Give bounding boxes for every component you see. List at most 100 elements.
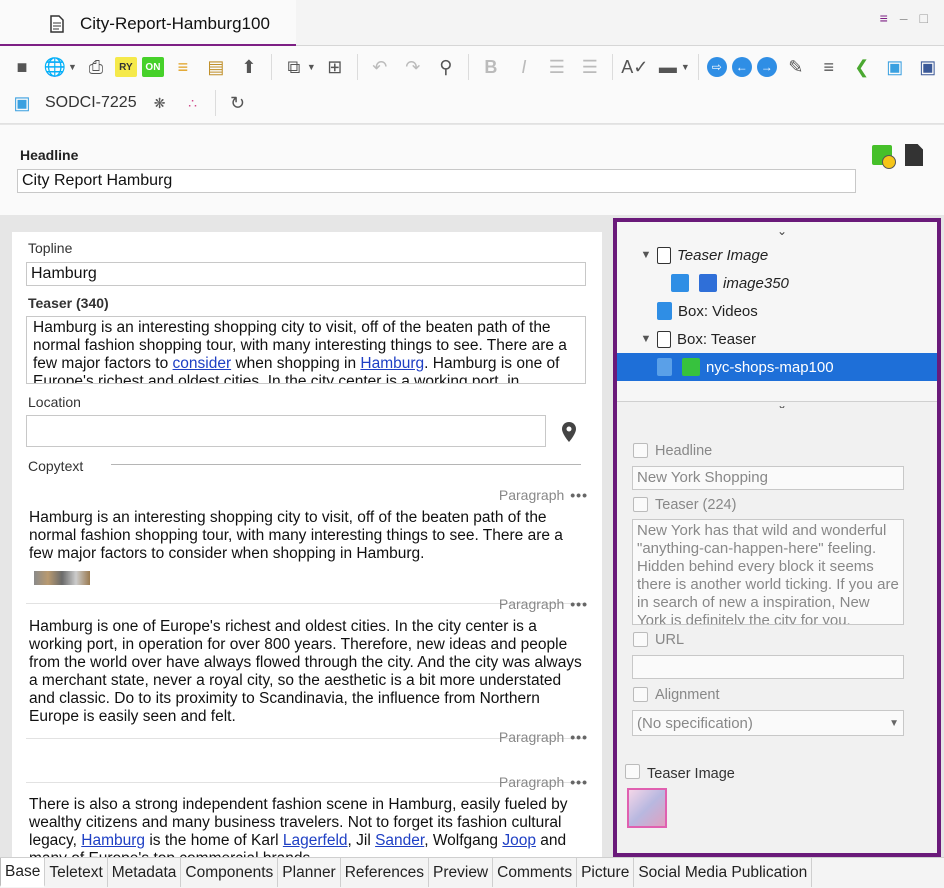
expand-triangle-icon[interactable]: ▼ bbox=[639, 333, 653, 345]
bug-icon[interactable]: ❋ bbox=[146, 89, 174, 117]
save-icon[interactable]: ■ bbox=[8, 53, 36, 81]
more-icon[interactable]: ••• bbox=[570, 729, 588, 745]
paragraph-4[interactable]: There is also a strong independent fashi… bbox=[29, 796, 589, 858]
tab-preview[interactable]: Preview bbox=[429, 858, 494, 887]
tree-item-nyc-shops-map100[interactable]: nyc-shops-map100 bbox=[617, 353, 937, 381]
headline-input[interactable]: New York Shopping bbox=[632, 466, 904, 490]
document-tab[interactable]: City-Report-Hamburg100 bbox=[0, 0, 296, 46]
align-left-icon[interactable]: ≡ bbox=[815, 53, 843, 81]
forward-icon[interactable]: ⇨ bbox=[706, 57, 727, 77]
notes-icon[interactable]: ▤ bbox=[202, 53, 230, 81]
chevron-down-icon[interactable]: ▼ bbox=[681, 62, 690, 72]
edit-icon[interactable]: ✎ bbox=[782, 53, 810, 81]
expand-triangle-icon[interactable]: ▼ bbox=[639, 249, 653, 261]
ry-button[interactable]: RY bbox=[114, 57, 137, 77]
bullet-list-icon[interactable]: ☰ bbox=[543, 53, 571, 81]
arrow-right-icon[interactable]: → bbox=[756, 57, 777, 77]
align-block-icon[interactable]: ▬ bbox=[654, 53, 682, 81]
document-title: City-Report-Hamburg100 bbox=[80, 14, 270, 33]
link-hamburg[interactable]: Hamburg bbox=[360, 355, 424, 372]
toolbar-row-1: ■ 🌐 ▼ ⎙ RY ON ≡ ▤ ⬆ ⧉ ▼ ⊞ ↶ ↷ ⚲ B I ☰ ☰ A✓… bbox=[8, 50, 944, 84]
more-icon[interactable]: ••• bbox=[570, 774, 588, 790]
on-button[interactable]: ON bbox=[141, 57, 164, 77]
url-checkbox[interactable] bbox=[633, 632, 648, 647]
menu-icon[interactable]: ≡ bbox=[880, 10, 888, 26]
url-input[interactable] bbox=[632, 655, 904, 679]
search-document-icon[interactable]: ⚲ bbox=[432, 53, 460, 81]
maximize-icon[interactable]: □ bbox=[920, 10, 928, 26]
redo-icon[interactable]: ↷ bbox=[399, 53, 427, 81]
tab-planner[interactable]: Planner bbox=[278, 858, 341, 887]
twitter-icon[interactable]: ▣ bbox=[8, 89, 36, 117]
tab-comments[interactable]: Comments bbox=[493, 858, 578, 887]
add-document-icon[interactable]: ⊞ bbox=[321, 53, 349, 81]
location-input[interactable] bbox=[26, 415, 546, 447]
globe-icon[interactable]: 🌐 bbox=[41, 53, 69, 81]
upload-icon[interactable]: ⬆ bbox=[235, 53, 263, 81]
paragraph-2[interactable]: Hamburg is one of Europe's richest and o… bbox=[29, 618, 589, 726]
paragraph-tag[interactable]: Paragraph ••• bbox=[499, 729, 588, 745]
chevron-down-icon[interactable]: ▼ bbox=[307, 62, 316, 72]
teaser-image-thumbnail[interactable] bbox=[627, 788, 667, 828]
teaser-textarea[interactable]: New York has that wild and wonderful "an… bbox=[632, 519, 904, 625]
topline-label: Topline bbox=[28, 240, 73, 256]
teaser-image-checkbox[interactable] bbox=[625, 764, 640, 779]
facebook-icon[interactable]: ▣ bbox=[914, 53, 942, 81]
list-colors-icon[interactable]: ≡ bbox=[169, 53, 197, 81]
chevron-down-icon[interactable]: ▼ bbox=[68, 62, 77, 72]
color-dots-icon[interactable]: ∴ bbox=[179, 89, 207, 117]
refresh-icon[interactable]: ↻ bbox=[224, 89, 252, 117]
headline-checkbox[interactable] bbox=[633, 443, 648, 458]
tree-item-image350[interactable]: image350 bbox=[617, 269, 937, 297]
tab-components[interactable]: Components bbox=[181, 858, 279, 887]
twitter-icon[interactable]: ▣ bbox=[881, 53, 909, 81]
italic-icon[interactable]: I bbox=[510, 53, 538, 81]
tab-teletext[interactable]: Teletext bbox=[45, 858, 108, 887]
inline-image-thumbnail[interactable] bbox=[34, 571, 90, 585]
title-bar: City-Report-Hamburg100 ≡ – □ bbox=[0, 0, 944, 46]
spellcheck-icon[interactable]: A✓ bbox=[621, 53, 649, 81]
tab-references[interactable]: References bbox=[340, 858, 429, 887]
numbered-list-icon[interactable]: ☰ bbox=[576, 53, 604, 81]
document-structure-icon[interactable] bbox=[905, 144, 923, 166]
teaser-image-label: Teaser Image bbox=[647, 766, 735, 782]
paragraph-tag[interactable]: Paragraph ••• bbox=[499, 596, 588, 612]
alignment-label: Alignment bbox=[655, 687, 720, 703]
window-controls: ≡ – □ bbox=[880, 10, 928, 26]
teaser-checkbox[interactable] bbox=[633, 497, 648, 512]
topline-input[interactable] bbox=[26, 262, 586, 286]
tree-item-teaser-image[interactable]: ▼ Teaser Image bbox=[617, 241, 937, 269]
copy-icon[interactable]: ⧉ bbox=[280, 53, 308, 81]
bold-icon[interactable]: B bbox=[477, 53, 505, 81]
tree-item-box-teaser[interactable]: ▼ Box: Teaser bbox=[617, 325, 937, 353]
undo-icon[interactable]: ↶ bbox=[366, 53, 394, 81]
link-hamburg[interactable]: Hamburg bbox=[81, 832, 145, 849]
tree-item-box-videos[interactable]: Box: Videos bbox=[617, 297, 937, 325]
more-icon[interactable]: ••• bbox=[570, 596, 588, 612]
approved-status-icon[interactable] bbox=[872, 145, 896, 169]
component-tree: ⌄ ▼ Teaser Image image350 Box: Videos ▼ … bbox=[617, 222, 937, 412]
minimize-icon[interactable]: – bbox=[900, 10, 908, 26]
tab-base[interactable]: Base bbox=[0, 858, 46, 887]
paragraph-tag[interactable]: Paragraph ••• bbox=[499, 774, 588, 790]
paragraph-tag[interactable]: Paragraph ••• bbox=[499, 487, 588, 503]
link-sander[interactable]: Sander bbox=[375, 832, 424, 849]
alignment-checkbox[interactable] bbox=[633, 687, 648, 702]
tab-metadata[interactable]: Metadata bbox=[107, 858, 182, 887]
link-lagerfeld[interactable]: Lagerfeld bbox=[283, 832, 348, 849]
alignment-select[interactable]: (No specification) ▼ bbox=[632, 710, 904, 736]
more-icon[interactable]: ••• bbox=[570, 487, 588, 503]
chevron-down-icon[interactable]: ⌄ bbox=[777, 224, 787, 238]
tab-social-media-publication[interactable]: Social Media Publication bbox=[634, 858, 813, 887]
chevron-down-icon[interactable]: ▼ bbox=[889, 718, 899, 729]
tab-picture[interactable]: Picture bbox=[577, 858, 635, 887]
paragraph-1[interactable]: Hamburg is an interesting shopping city … bbox=[29, 509, 589, 563]
arrow-left-icon[interactable]: ← bbox=[731, 57, 752, 77]
teaser-textarea[interactable]: Hamburg is an interesting shopping city … bbox=[26, 316, 586, 384]
print-icon[interactable]: ⎙ bbox=[82, 53, 110, 81]
headline-input[interactable] bbox=[17, 169, 856, 193]
location-pin-icon[interactable] bbox=[562, 422, 576, 442]
share-icon[interactable]: ❮ bbox=[848, 53, 876, 81]
link-consider[interactable]: consider bbox=[173, 355, 232, 372]
link-joop[interactable]: Joop bbox=[502, 832, 536, 849]
